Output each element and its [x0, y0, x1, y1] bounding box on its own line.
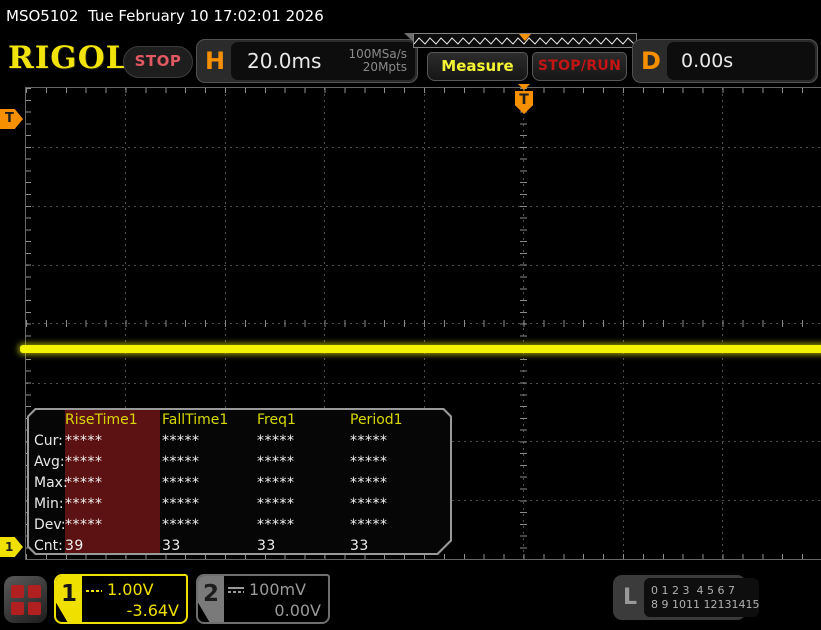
measure-value: 33 — [350, 536, 450, 557]
gridline-h — [26, 383, 821, 384]
channel1-scale: 1.00V — [107, 580, 154, 599]
trigger-position-notch-icon — [518, 84, 530, 90]
measure-value: 39 — [65, 536, 162, 557]
measure-value: ***** — [350, 473, 450, 494]
measure-value: ***** — [65, 473, 162, 494]
row-label: Dev: — [29, 515, 65, 536]
measure-value: ***** — [257, 494, 350, 515]
row-label: Max: — [29, 473, 65, 494]
gridline-h — [26, 147, 821, 148]
column-header[interactable]: Freq1 — [257, 410, 350, 431]
measure-value: ***** — [162, 473, 257, 494]
channel1-scale-line: 1.00V — [86, 580, 179, 599]
trigger-level-marker[interactable]: T — [0, 109, 23, 129]
row-label: Min: — [29, 494, 65, 515]
measure-value: ***** — [257, 515, 350, 536]
delay-value: 0.00s — [667, 50, 733, 72]
timebase-value: 20.0ms — [231, 49, 321, 73]
measure-value: ***** — [162, 494, 257, 515]
row-label: Cur: — [29, 431, 65, 452]
memory-depth: 20Mpts — [363, 60, 407, 74]
h-label: H — [199, 47, 231, 75]
measure-value: ***** — [257, 473, 350, 494]
graticule-ticks-top — [26, 88, 821, 93]
measure-value: ***** — [350, 431, 450, 452]
measure-value: ***** — [257, 431, 350, 452]
column-header[interactable]: FallTime1 — [162, 410, 257, 431]
channel2-status-widget[interactable]: 2 100mV 0.00V — [196, 574, 330, 624]
d-label: D — [635, 47, 667, 75]
logic-channels: 0 1 2 3 4 5 6 7 8 9 1011 12131415 — [644, 578, 759, 617]
status-bar: MSO5102 Tue February 10 17:02:01 2026 — [0, 0, 821, 32]
measurement-table-body: RiseTime1 FallTime1 Freq1 Period1 Cur: *… — [29, 410, 450, 553]
gridline-h — [26, 206, 821, 207]
measure-value: ***** — [162, 431, 257, 452]
measure-value: ***** — [350, 515, 450, 536]
trigger-position-marker[interactable]: T — [515, 91, 533, 114]
delay-body: 0.00s — [667, 42, 815, 80]
rigol-logo: RIGOL — [8, 40, 129, 76]
dc-coupling-icon — [228, 587, 244, 593]
stop-run-button[interactable]: STOP/RUN — [532, 52, 627, 81]
acquisition-rates: 100MSa/s 20Mpts — [348, 48, 415, 74]
measure-value: ***** — [65, 431, 162, 452]
column-header[interactable]: RiseTime1 — [65, 410, 162, 431]
column-header[interactable]: Period1 — [350, 410, 450, 431]
measure-value: ***** — [162, 515, 257, 536]
run-state-badge: STOP — [123, 46, 193, 78]
measurement-grid: RiseTime1 FallTime1 Freq1 Period1 Cur: *… — [29, 410, 450, 557]
corner-cell — [29, 410, 65, 431]
quick-menu-button[interactable] — [4, 576, 47, 623]
logic-analyzer-widget[interactable]: L 0 1 2 3 4 5 6 7 8 9 1011 12131415 — [613, 575, 746, 620]
channel1-offset-marker[interactable]: 1 — [0, 537, 23, 557]
channel1-offset: -3.64V — [86, 601, 179, 620]
channel2-number: 2 — [198, 576, 224, 622]
channel1-status-widget[interactable]: 1 1.00V -3.64V — [54, 574, 188, 624]
channel1-trace — [20, 345, 821, 353]
measure-value: 33 — [257, 536, 350, 557]
sample-rate: 100MSa/s — [348, 47, 407, 61]
measure-value: ***** — [257, 452, 350, 473]
grid-icon — [11, 585, 24, 598]
channel2-scale-line: 100mV — [228, 580, 321, 599]
measure-value: ***** — [65, 494, 162, 515]
grid-icon — [28, 602, 41, 615]
logic-channels-row2: 8 9 1011 12131415 — [651, 598, 759, 612]
measure-value: ***** — [162, 452, 257, 473]
measure-value: ***** — [65, 452, 162, 473]
logic-channels-row1: 0 1 2 3 4 5 6 7 — [651, 584, 759, 598]
measurement-table[interactable]: RiseTime1 FallTime1 Freq1 Period1 Cur: *… — [27, 408, 452, 555]
trigger-delay-panel[interactable]: D 0.00s — [632, 39, 818, 83]
window-position-marker-icon[interactable] — [519, 34, 531, 41]
channel2-scale: 100mV — [249, 580, 306, 599]
measure-value: ***** — [350, 494, 450, 515]
logic-label: L — [616, 585, 644, 610]
channel1-readout: 1.00V -3.64V — [82, 576, 186, 622]
measure-value: 33 — [162, 536, 257, 557]
row-label: Cnt: — [29, 536, 65, 557]
center-axis-horizontal — [26, 320, 821, 327]
timebase-body: 20.0ms 100MSa/s 20Mpts — [231, 42, 415, 80]
measure-button[interactable]: Measure — [427, 52, 528, 81]
horizontal-timebase-panel[interactable]: H 20.0ms 100MSa/s 20Mpts — [196, 39, 418, 83]
channel1-number: 1 — [56, 576, 82, 622]
measure-value: ***** — [350, 452, 450, 473]
grid-icon — [28, 585, 41, 598]
waveform-position-bar[interactable] — [413, 33, 637, 48]
grid-icon — [11, 602, 24, 615]
gridline-h — [26, 265, 821, 266]
dc-coupling-icon — [86, 588, 102, 592]
model-and-datetime: MSO5102 Tue February 10 17:02:01 2026 — [6, 0, 324, 32]
row-label: Avg: — [29, 452, 65, 473]
channel2-offset: 0.00V — [228, 601, 321, 620]
center-axis-vertical — [520, 88, 527, 559]
channel2-readout: 100mV 0.00V — [224, 576, 328, 622]
measure-value: ***** — [65, 515, 162, 536]
